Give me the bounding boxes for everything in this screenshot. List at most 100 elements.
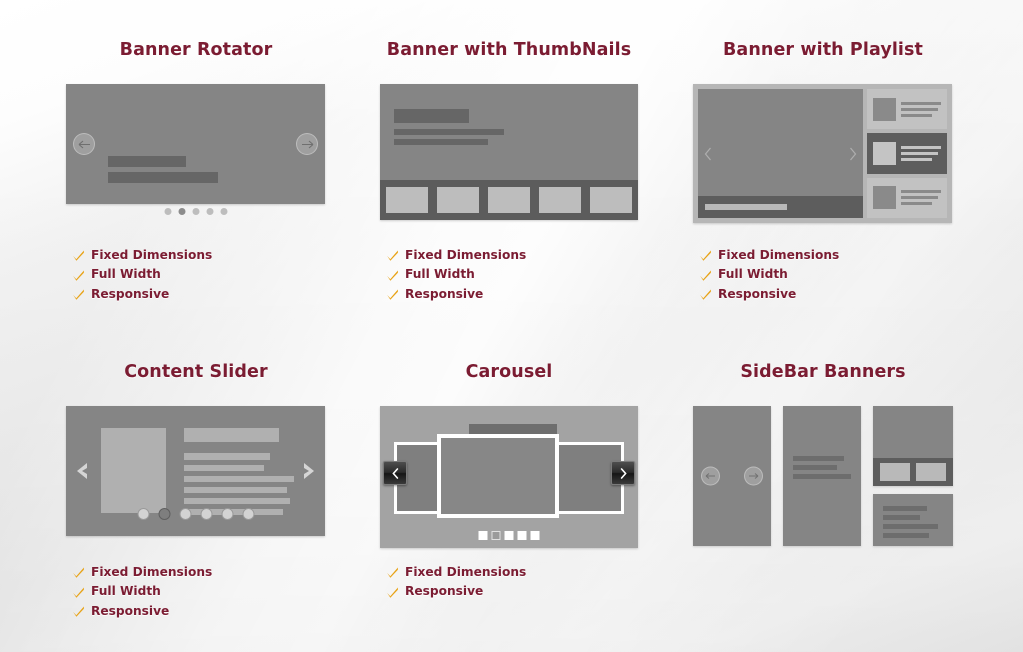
playlist-progress-fill (705, 204, 787, 210)
feature-item: Responsive (386, 284, 526, 304)
playlist-item-active[interactable] (867, 133, 947, 174)
thumbnail-item[interactable] (386, 187, 428, 213)
dot-indicator[interactable] (206, 208, 214, 215)
sidebar-banner-column-2[interactable] (783, 406, 861, 546)
playlist-progress-bar[interactable] (698, 196, 863, 218)
sidebar-banner-column-3-bottom[interactable] (873, 494, 953, 546)
feature-item: Full Width (72, 265, 212, 285)
checkmark-icon (73, 587, 84, 598)
arrow-right-circle-icon (749, 473, 759, 479)
square-indicator[interactable] (517, 531, 527, 540)
square-indicator[interactable] (530, 531, 540, 540)
sidebar-text-placeholder (883, 506, 938, 542)
carousel-slide-active[interactable] (437, 434, 559, 518)
dot-indicator[interactable] (220, 208, 228, 215)
slider-next-button[interactable] (302, 461, 316, 481)
slide-text-column (184, 428, 294, 520)
panel-content-slider: Content Slider Fixed Dimensions Full Wid… (66, 362, 326, 618)
playlist-item-text (901, 101, 941, 117)
sidebar-banner-row (693, 406, 953, 546)
checkmark-icon (73, 250, 84, 261)
carousel-square-indicators[interactable] (478, 531, 540, 540)
feature-item: Responsive (386, 582, 526, 602)
checkmark-icon (700, 289, 711, 300)
mini-thumbnail-item[interactable] (880, 463, 910, 481)
slider-prev-button[interactable] (75, 461, 89, 481)
feature-list: Fixed Dimensions Full Width Responsive (699, 245, 839, 304)
feature-list: Fixed Dimensions Full Width Responsive (72, 245, 212, 304)
banner-thumbnails-stage[interactable] (380, 84, 638, 220)
playlist-main-stage[interactable] (698, 89, 863, 218)
sidebar-banner-column-3-top[interactable] (873, 406, 953, 486)
dot-indicator[interactable] (200, 508, 213, 520)
rotator-prev-button[interactable] (73, 133, 95, 155)
playlist-item[interactable] (867, 89, 947, 130)
carousel-caption-placeholder (469, 424, 557, 434)
feature-list: Fixed Dimensions Full Width Responsive (72, 562, 212, 621)
rotator-dot-indicators[interactable] (164, 208, 228, 215)
sidebar-mini-thumbnail-strip[interactable] (873, 458, 953, 486)
checkmark-icon (73, 567, 84, 578)
feature-label: Full Width (91, 584, 161, 599)
dot-indicator[interactable] (179, 508, 192, 520)
headline-placeholder (108, 156, 186, 167)
sidebar-text-placeholder (793, 456, 851, 483)
feature-label: Full Width (405, 267, 475, 282)
feature-item: Fixed Dimensions (386, 562, 526, 582)
panel-banner-with-playlist: Banner with Playlist Fixed Dimensions Fu… (693, 40, 953, 301)
dot-indicator[interactable] (137, 508, 150, 520)
slide-image-placeholder (101, 428, 166, 513)
panel-banner-rotator: Banner Rotator Fixed Dimensions Full Wid… (66, 40, 326, 301)
carousel-stage[interactable] (380, 406, 638, 548)
sidebar-prev-button[interactable] (701, 466, 720, 486)
playlist-prev-icon[interactable] (704, 147, 712, 161)
feature-item: Fixed Dimensions (72, 562, 212, 582)
dot-indicator[interactable] (192, 208, 200, 215)
panel-title: Banner Rotator (119, 40, 273, 60)
thumbnail-item[interactable] (488, 187, 530, 213)
feature-label: Responsive (91, 286, 170, 301)
rotator-next-button[interactable] (296, 133, 318, 155)
checkmark-icon (700, 250, 711, 261)
sidebar-banner-column-1[interactable] (693, 406, 771, 546)
headline-placeholder (394, 109, 469, 123)
checkmark-icon (387, 587, 398, 598)
feature-label: Fixed Dimensions (91, 564, 213, 579)
dot-indicator[interactable] (221, 508, 234, 520)
thumbnail-item[interactable] (437, 187, 479, 213)
panel-grid: Banner Rotator Fixed Dimensions Full Wid… (0, 0, 1023, 652)
checkmark-icon (73, 606, 84, 617)
dot-indicator[interactable] (164, 208, 172, 215)
playlist-item-thumbnail (873, 141, 896, 165)
playlist-items[interactable] (867, 89, 947, 218)
content-slider-dot-indicators[interactable] (137, 508, 255, 520)
sidebar-next-button[interactable] (744, 466, 763, 486)
playlist-item-text (901, 145, 941, 161)
playlist-next-icon[interactable] (849, 147, 857, 161)
thumbnail-item[interactable] (539, 187, 581, 213)
square-indicator[interactable] (478, 531, 488, 540)
feature-item: Full Width (386, 265, 526, 285)
feature-label: Fixed Dimensions (718, 247, 840, 262)
dot-indicator[interactable] (242, 508, 255, 520)
carousel-prev-button[interactable] (383, 461, 407, 485)
feature-label: Responsive (405, 584, 484, 599)
square-indicator[interactable] (504, 531, 514, 540)
chevron-right-icon (620, 467, 627, 479)
subheadline-placeholder (108, 172, 218, 183)
panel-title: Banner with ThumbNails (386, 40, 632, 60)
checkmark-icon (387, 250, 398, 261)
thumbnail-strip[interactable] (380, 180, 638, 220)
feature-item: Responsive (72, 601, 212, 621)
banner-rotator-stage[interactable] (66, 84, 325, 204)
mini-thumbnail-item[interactable] (916, 463, 946, 481)
playlist-item[interactable] (867, 177, 947, 218)
carousel-next-button[interactable] (611, 461, 635, 485)
dot-indicator-active[interactable] (158, 508, 171, 520)
dot-indicator-active[interactable] (178, 208, 186, 215)
thumbnail-item[interactable] (590, 187, 632, 213)
text-line-placeholder (394, 139, 488, 145)
square-indicator-active[interactable] (491, 531, 501, 540)
text-line-placeholder (394, 129, 504, 135)
checkmark-icon (387, 270, 398, 281)
